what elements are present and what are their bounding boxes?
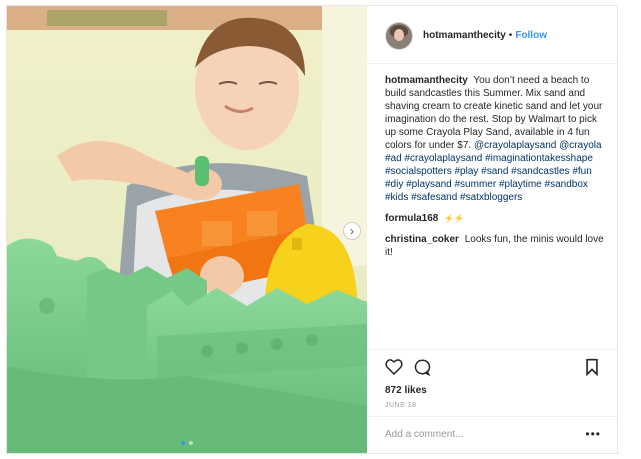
- carousel-next-icon[interactable]: ›: [343, 222, 361, 240]
- header-separator: •: [508, 30, 513, 41]
- comment-item: formula168 ⚡⚡: [385, 212, 607, 225]
- add-comment-bar: Add a comment... •••: [367, 416, 617, 454]
- carousel-dot-active: [181, 441, 185, 445]
- post-header: hotmamanthecity • Follow: [367, 6, 617, 64]
- avatar[interactable]: [385, 22, 413, 50]
- post-photo[interactable]: ›: [7, 6, 367, 453]
- comment-item: christina_coker Looks fun, the minis wou…: [385, 233, 607, 259]
- header-username-line: hotmamanthecity • Follow: [423, 30, 547, 41]
- likes-count[interactable]: 872 likes: [385, 385, 427, 396]
- comment-icon[interactable]: [413, 358, 431, 381]
- more-options-icon[interactable]: •••: [585, 427, 601, 441]
- caption: hotmamanthecity You don’t need a beach t…: [385, 74, 607, 204]
- carousel-dots: [7, 441, 367, 445]
- comment-input[interactable]: Add a comment...: [385, 429, 463, 440]
- follow-button[interactable]: Follow: [515, 30, 547, 41]
- post-actions: 872 likes JUNE 18: [367, 349, 617, 409]
- post-sidebar: hotmamanthecity • Follow hotmamanthecity Y…: [367, 6, 617, 453]
- heart-icon[interactable]: [385, 358, 403, 380]
- carousel-dot: [189, 441, 193, 445]
- lightning-icon: ⚡⚡: [444, 214, 465, 223]
- bookmark-icon[interactable]: [585, 358, 599, 381]
- comments-section: hotmamanthecity You don’t need a beach t…: [385, 74, 607, 267]
- comment-username[interactable]: formula168: [385, 213, 438, 224]
- instagram-post: › hotmamanthecity • Follow hotmamanthecity…: [6, 5, 618, 454]
- comment-username[interactable]: christina_coker: [385, 234, 459, 245]
- header-username[interactable]: hotmamanthecity: [423, 30, 506, 41]
- action-icons: [385, 358, 599, 378]
- post-date[interactable]: JUNE 18: [385, 402, 417, 409]
- photo-illustration: [7, 6, 367, 453]
- caption-username[interactable]: hotmamanthecity: [385, 75, 468, 86]
